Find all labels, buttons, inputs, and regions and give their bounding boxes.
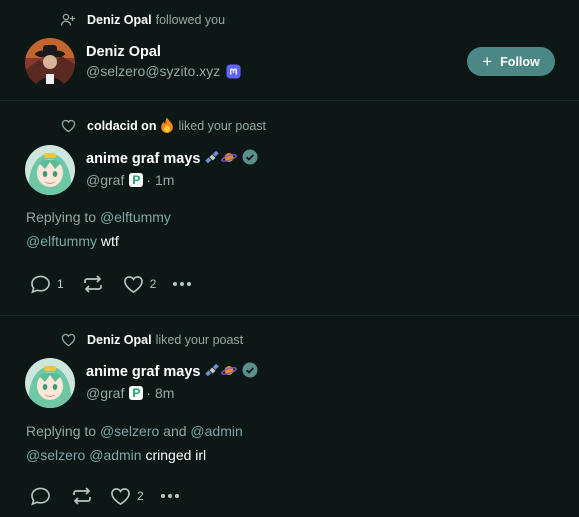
post-text: cringed irl bbox=[145, 447, 207, 463]
replying-to-mention[interactable]: @admin bbox=[190, 423, 242, 439]
repeat-icon bbox=[82, 275, 104, 293]
follow-button[interactable]: + Follow bbox=[467, 47, 555, 76]
post-content: @elftummy wtf bbox=[26, 233, 119, 249]
pleroma-icon: P bbox=[129, 173, 144, 187]
satellite-emoji bbox=[205, 363, 220, 382]
avatar[interactable] bbox=[25, 38, 75, 88]
account-handle[interactable]: @graf bbox=[86, 172, 124, 188]
reply-button[interactable]: 1 bbox=[30, 275, 64, 294]
like-notification[interactable]: coldacid on liked your poast anime graf … bbox=[0, 101, 579, 314]
notification-verb: liked your poast bbox=[178, 119, 267, 133]
reply-icon bbox=[30, 275, 51, 294]
notification-header: Deniz Opal liked your poast bbox=[60, 331, 243, 349]
display-name[interactable]: anime graf mays bbox=[86, 364, 200, 380]
heart-icon bbox=[60, 332, 76, 348]
mention-link[interactable]: @admin bbox=[89, 447, 141, 463]
separator: · bbox=[146, 172, 152, 188]
replying-to-prefix: Replying to bbox=[26, 209, 97, 225]
notification-verb: liked your poast bbox=[155, 333, 244, 347]
separator: · bbox=[146, 385, 152, 401]
reply-icon bbox=[30, 487, 51, 506]
notification-verb: followed you bbox=[155, 13, 226, 27]
more-icon bbox=[160, 493, 180, 499]
display-name-row: anime graf mays bbox=[86, 149, 258, 169]
account-handle[interactable]: @graf bbox=[86, 385, 124, 401]
post-meta: @graf P · 8m bbox=[86, 385, 174, 401]
more-icon bbox=[172, 281, 192, 287]
pleroma-icon: P bbox=[129, 386, 144, 400]
like-button[interactable]: 2 bbox=[110, 487, 144, 506]
follow-notification[interactable]: Deniz Opal followed you Deniz Opal @selz… bbox=[0, 0, 579, 100]
mention-link[interactable]: @selzero bbox=[26, 447, 85, 463]
fire-emoji bbox=[160, 117, 174, 136]
post-meta: @graf P · 1m bbox=[86, 172, 174, 188]
reply-count: 1 bbox=[57, 277, 64, 291]
account-handle-row: @selzero@syzito.xyz bbox=[86, 63, 241, 79]
repeat-icon bbox=[71, 487, 93, 505]
replying-to: Replying to @elftummy bbox=[26, 209, 171, 225]
notifications-feed: Deniz Opal followed you Deniz Opal @selz… bbox=[0, 0, 579, 517]
ringed-planet-emoji bbox=[221, 150, 238, 169]
mention-link[interactable]: @elftummy bbox=[26, 233, 97, 249]
mastodon-icon bbox=[226, 63, 241, 79]
more-options-button[interactable] bbox=[160, 493, 180, 499]
replying-to-mention[interactable]: @selzero bbox=[100, 423, 159, 439]
verified-icon bbox=[242, 149, 258, 169]
replying-to-joiner: and bbox=[163, 423, 187, 439]
post-timestamp[interactable]: 1m bbox=[155, 172, 174, 188]
like-count: 2 bbox=[149, 277, 157, 291]
notification-actor[interactable]: Deniz Opal bbox=[87, 13, 152, 27]
post-text: wtf bbox=[100, 233, 119, 249]
display-name[interactable]: Deniz Opal bbox=[86, 44, 161, 60]
replying-to-mention[interactable]: @elftummy bbox=[100, 209, 171, 225]
display-name-row: anime graf mays bbox=[86, 362, 258, 382]
verified-icon bbox=[242, 362, 258, 382]
replying-to: Replying to @selzero and @admin bbox=[26, 423, 243, 439]
post-actions: 1 2 bbox=[30, 273, 192, 295]
repeat-button[interactable] bbox=[71, 487, 93, 505]
avatar[interactable] bbox=[25, 145, 75, 195]
ringed-planet-emoji bbox=[221, 363, 238, 382]
follow-button-label: Follow bbox=[500, 54, 540, 69]
account-handle[interactable]: @selzero@syzito.xyz bbox=[86, 63, 220, 79]
more-options-button[interactable] bbox=[172, 281, 192, 287]
repeat-button[interactable] bbox=[82, 275, 104, 293]
notification-actor[interactable]: coldacid on bbox=[87, 119, 156, 133]
avatar[interactable] bbox=[25, 358, 75, 408]
post-actions: 2 bbox=[30, 485, 180, 507]
heart-icon bbox=[110, 487, 131, 506]
heart-icon bbox=[123, 275, 144, 294]
user-plus-icon bbox=[60, 12, 76, 28]
notification-actor[interactable]: Deniz Opal bbox=[87, 333, 152, 347]
notification-header: coldacid on liked your poast bbox=[60, 117, 266, 135]
reply-button[interactable] bbox=[30, 487, 51, 506]
display-name[interactable]: anime graf mays bbox=[86, 151, 200, 167]
like-count: 2 bbox=[137, 489, 144, 503]
like-notification[interactable]: Deniz Opal liked your poast anime graf m… bbox=[0, 316, 579, 517]
like-button[interactable]: 2 bbox=[123, 275, 157, 294]
post-content: @selzero @admin cringed irl bbox=[26, 447, 206, 463]
heart-icon bbox=[60, 118, 76, 134]
replying-to-prefix: Replying to bbox=[26, 423, 97, 439]
satellite-emoji bbox=[205, 150, 220, 169]
plus-icon: + bbox=[482, 52, 493, 71]
post-timestamp[interactable]: 8m bbox=[155, 385, 174, 401]
notification-header: Deniz Opal followed you bbox=[60, 11, 225, 29]
